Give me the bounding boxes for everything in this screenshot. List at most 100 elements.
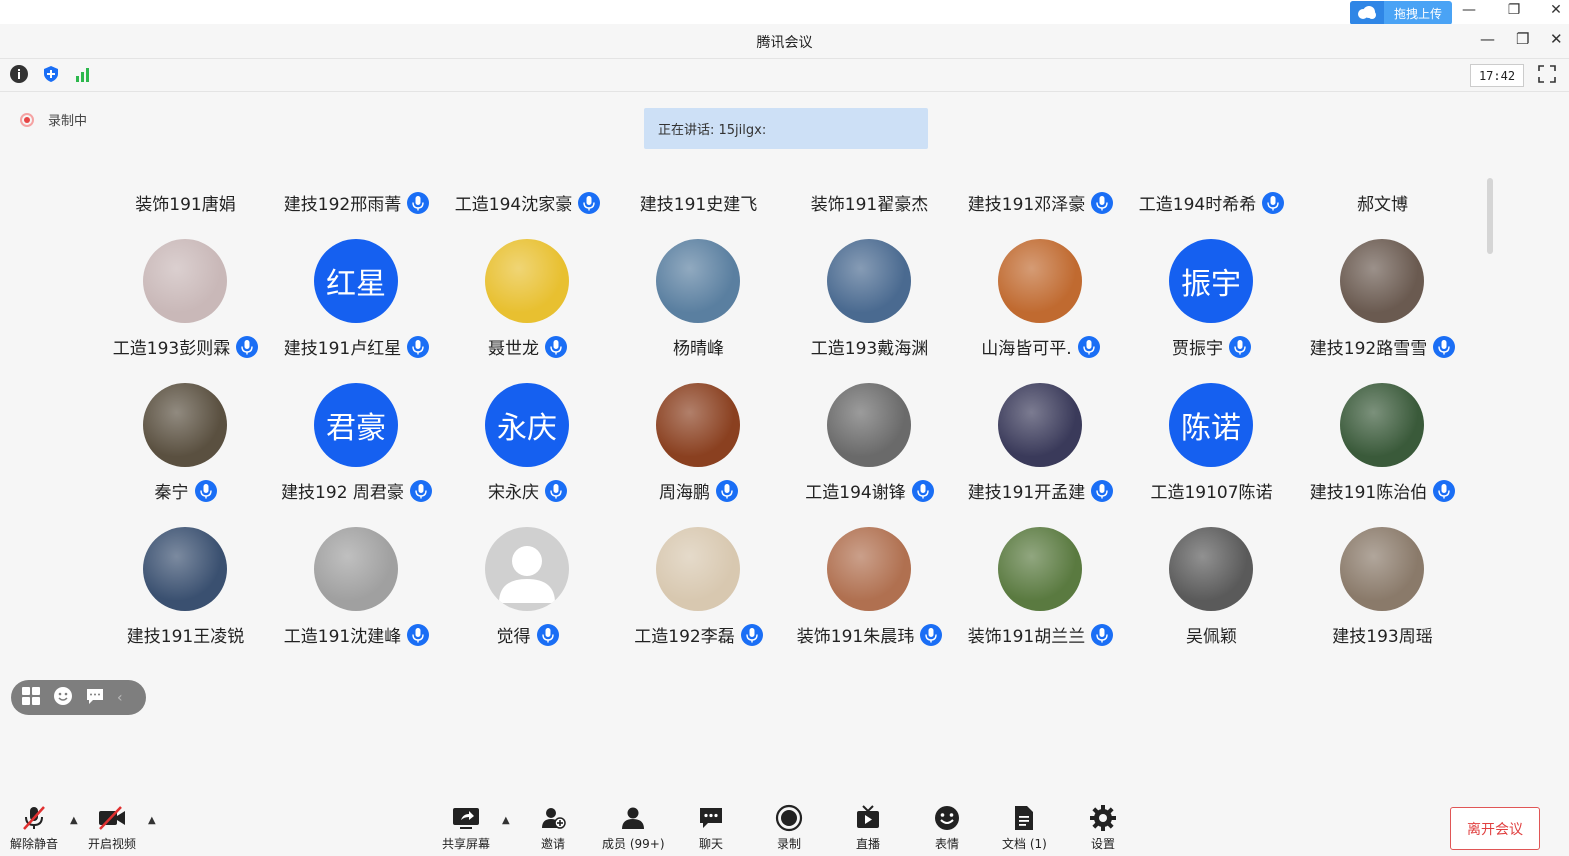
settings-button[interactable]: 设置: [1088, 803, 1118, 852]
participant-avatar[interactable]: [314, 527, 398, 611]
participant-avatar[interactable]: 红星: [314, 239, 398, 323]
muted-mic-icon: [19, 803, 49, 833]
participant-name[interactable]: 建技191邓泽豪: [955, 190, 1126, 215]
participant-avatar[interactable]: [998, 383, 1082, 467]
fullscreen-icon[interactable]: [1538, 65, 1556, 83]
chat-button[interactable]: 聊天: [696, 803, 726, 852]
signal-icon[interactable]: [74, 65, 92, 83]
live-button[interactable]: 直播: [853, 803, 883, 852]
participant-name[interactable]: 山海皆可平.: [955, 334, 1126, 359]
close-icon[interactable]: ✕: [1545, 2, 1567, 18]
participant-name[interactable]: 聂世龙: [442, 334, 613, 359]
participant-name[interactable]: 建技191史建飞: [613, 190, 784, 215]
grid-view-icon[interactable]: [21, 686, 41, 710]
participant-name[interactable]: 工造192李磊: [613, 622, 784, 647]
participant-name[interactable]: 秦宁: [100, 478, 271, 503]
scrollbar[interactable]: [1487, 178, 1493, 254]
participant-avatar[interactable]: [656, 239, 740, 323]
maximize-icon[interactable]: ❐: [1516, 30, 1529, 48]
participant-name-text: 工造191沈建峰: [283, 627, 402, 647]
participant-avatar[interactable]: [143, 239, 227, 323]
participant-avatar[interactable]: 陈诺: [1169, 383, 1253, 467]
video-options-caret-icon[interactable]: ▲: [148, 815, 156, 826]
participant-avatar[interactable]: [1340, 527, 1424, 611]
participant-name[interactable]: 觉得: [442, 622, 613, 647]
participant-avatar[interactable]: [656, 527, 740, 611]
invite-button[interactable]: 邀请: [538, 803, 568, 852]
participant-name[interactable]: 工造194谢锋: [784, 478, 955, 503]
unmute-button[interactable]: 解除静音: [10, 803, 58, 852]
participant-name[interactable]: 宋永庆: [442, 478, 613, 503]
participant-name[interactable]: 工造193彭则霖: [100, 334, 271, 359]
participant-name[interactable]: 装饰191翟豪杰: [784, 190, 955, 215]
participant-avatar[interactable]: [1169, 527, 1253, 611]
participant-name[interactable]: 吴佩颖: [1126, 622, 1297, 647]
participant-name[interactable]: 建技192邢雨菁: [271, 190, 442, 215]
record-button[interactable]: 录制: [774, 803, 804, 852]
participant-name[interactable]: 工造191沈建峰: [271, 622, 442, 647]
leave-meeting-button[interactable]: 离开会议: [1450, 807, 1540, 850]
participant-avatar[interactable]: [1340, 239, 1424, 323]
reaction-icon[interactable]: [53, 686, 73, 710]
avatar-initials: 君豪: [326, 411, 386, 446]
participant-avatar[interactable]: 振宇: [1169, 239, 1253, 323]
share-options-caret-icon[interactable]: ▲: [502, 815, 510, 826]
participant-name[interactable]: 工造194沈家豪: [442, 190, 613, 215]
participant-avatar[interactable]: 永庆: [485, 383, 569, 467]
participant-name[interactable]: 工造193戴海渊: [784, 334, 955, 359]
minimize-icon[interactable]: —: [1480, 30, 1495, 48]
microphone-icon: [545, 335, 567, 358]
share-screen-button[interactable]: 共享屏幕: [442, 803, 490, 852]
chat-bubble-icon[interactable]: [85, 686, 105, 710]
participant-name[interactable]: 周海鹏: [613, 478, 784, 503]
start-video-label: 开启视频: [88, 837, 137, 851]
participant-name[interactable]: 工造19107陈诺: [1126, 478, 1297, 503]
participant-name[interactable]: 装饰191胡兰兰: [955, 622, 1126, 647]
participant-name[interactable]: 建技191开孟建: [955, 478, 1126, 503]
participant-name[interactable]: 杨晴峰: [613, 334, 784, 359]
microphone-icon: [194, 479, 217, 502]
participant-name[interactable]: 建技192 周君豪: [271, 478, 442, 503]
participant-name[interactable]: 建技192路雪雪: [1297, 334, 1468, 359]
participant-avatar[interactable]: [998, 527, 1082, 611]
collapse-icon[interactable]: ‹: [117, 690, 123, 706]
participant-name[interactable]: 建技193周瑶: [1297, 622, 1468, 647]
participant-name-text: 工造194时希希: [1138, 195, 1257, 215]
participant-avatar[interactable]: [485, 239, 569, 323]
members-button[interactable]: 成员 (99+): [602, 803, 665, 852]
participant-avatar[interactable]: [143, 527, 227, 611]
audio-options-caret-icon[interactable]: ▲: [70, 815, 78, 826]
participant-avatar[interactable]: [485, 527, 569, 611]
participant-name-text: 觉得: [496, 627, 531, 647]
participant-name[interactable]: 建技191陈治伯: [1297, 478, 1468, 503]
participant-avatar[interactable]: [827, 527, 911, 611]
participant-name-text: 装饰191胡兰兰: [967, 627, 1086, 647]
docs-button[interactable]: 文档 (1): [1002, 803, 1047, 852]
participant-avatar[interactable]: [1340, 383, 1424, 467]
emoji-button[interactable]: 表情: [932, 803, 962, 852]
participant-name[interactable]: 建技191王凌锐: [100, 622, 271, 647]
participant-avatar[interactable]: [143, 383, 227, 467]
participant-avatar[interactable]: [827, 383, 911, 467]
minimize-icon[interactable]: —: [1458, 2, 1480, 18]
participant-name[interactable]: 工造194时希希: [1126, 190, 1297, 215]
participant-name[interactable]: 建技191卢红星: [271, 334, 442, 359]
participant-name[interactable]: 郝文博: [1297, 190, 1468, 215]
participant-avatar[interactable]: [998, 239, 1082, 323]
participant-avatar[interactable]: [827, 239, 911, 323]
start-video-button[interactable]: 开启视频: [88, 803, 136, 852]
participant-name[interactable]: 贾振宇: [1126, 334, 1297, 359]
participant-avatar[interactable]: [656, 383, 740, 467]
participant-name-text: 建技191史建飞: [639, 195, 758, 215]
participant-avatar[interactable]: 君豪: [314, 383, 398, 467]
window-title: 腾讯会议: [756, 35, 813, 51]
participant-name[interactable]: 装饰191唐娟: [100, 190, 271, 215]
default-user-icon: [499, 546, 555, 603]
upload-button[interactable]: 拖拽上传: [1350, 1, 1452, 25]
info-icon[interactable]: [10, 65, 28, 83]
restore-icon[interactable]: ❐: [1503, 2, 1525, 18]
shield-icon[interactable]: [42, 65, 60, 83]
participant-name[interactable]: 装饰191朱晨玮: [784, 622, 955, 647]
close-icon[interactable]: ✕: [1550, 30, 1563, 48]
participant-name-text: 秦宁: [154, 483, 189, 503]
